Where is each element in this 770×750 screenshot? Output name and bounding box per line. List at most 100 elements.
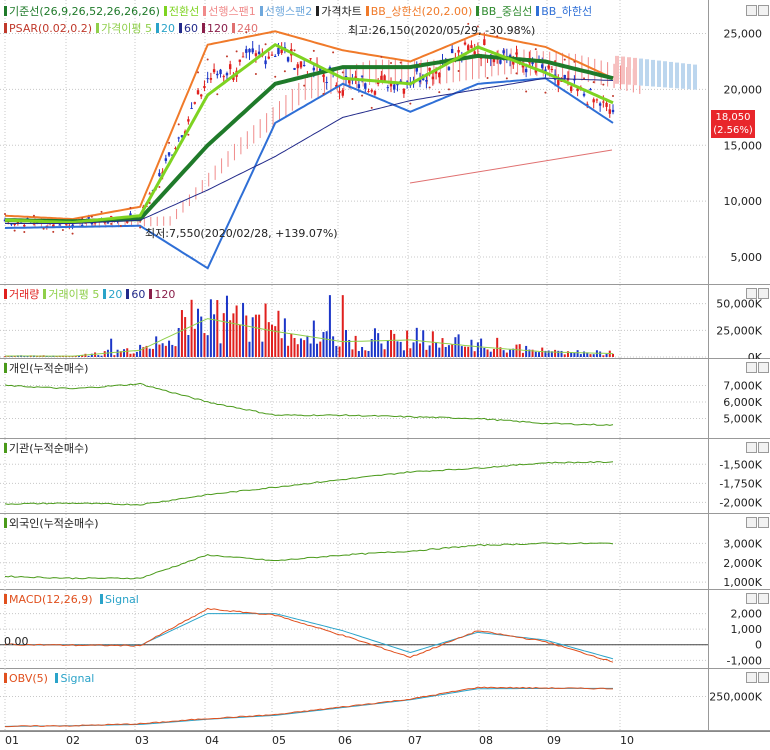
volume-bar [210,299,212,357]
obv-panel-close-icon[interactable] [758,672,769,683]
volume-bar [599,352,601,357]
obv-chart-svg: 250,000K [0,669,770,731]
x-tick-09: 09 [547,734,561,747]
candle-body [596,99,598,100]
x-tick-08: 08 [479,734,493,747]
institution-title: 기관(누적순매수) [9,442,88,455]
volume-bar [393,334,395,357]
volume-bar [573,353,575,357]
obv-panel-settings-icon[interactable] [746,672,757,683]
individual-panel-close-icon[interactable] [758,362,769,373]
psar-dot [515,72,517,74]
volume-bar [216,300,218,357]
volume-bar [313,321,315,357]
institution-panel-settings-icon[interactable] [746,442,757,453]
candle-body [451,49,453,53]
volume-panel-close-icon[interactable] [758,288,769,299]
volume-bar [326,331,328,357]
psar-dot [129,207,131,209]
foreign-panel-settings-icon[interactable] [746,517,757,528]
volume-bar [612,354,614,357]
candle-body [297,64,299,68]
volume-bar [194,329,196,357]
volume-panel-settings-icon[interactable] [746,288,757,299]
psar-dot [361,95,363,97]
volume-bar [88,356,90,357]
psar-dot [322,93,324,95]
volume-bar [303,340,305,357]
volume-bar [361,347,363,357]
volume-bar [403,350,405,357]
y-tick-label-2: 1,000K [723,576,762,589]
volume-bar [416,328,418,357]
volume-bar [522,353,524,357]
series-line [5,543,613,579]
psar-dot [23,231,25,233]
candle-body [403,89,405,94]
candle-body [322,75,324,77]
psar-dot [409,103,411,105]
volume-bar [515,345,517,357]
x-tick-10: 10 [620,734,634,747]
volume-bar [589,354,591,357]
volume-bar [248,342,250,357]
candle-body [457,50,459,52]
volume-bar [290,334,292,357]
price-panel-close-icon[interactable] [758,5,769,16]
volume-bar [319,342,321,357]
volume-bar [97,355,99,357]
candle-body [213,69,215,72]
volume-bar [168,341,170,357]
volume-bar [387,340,389,357]
macd-panel-settings-icon[interactable] [746,593,757,604]
volume-bar [261,342,263,357]
volume-bar [255,315,257,357]
x-tick-01: 01 [5,734,19,747]
y-tick-label-2: 0K [748,351,763,359]
candle-body [393,85,395,90]
volume-bar [445,347,447,357]
price-legend2-label-2: 20 [161,22,175,35]
volume-bar [570,353,572,357]
y-tick-label-0: 3,000K [723,537,762,550]
macd-legend: MACD(12,26,9) Signal [4,593,143,607]
psar-dot [81,217,83,219]
volume-bar [487,349,489,357]
candle-body [206,78,208,79]
price-legend1-swatch-5 [366,6,369,16]
volume-bar [477,342,479,357]
conversion-line [5,45,613,223]
price-chart-svg: 25,00020,00015,00010,0005,000 [0,0,770,285]
price-legend2-label-3: 60 [184,22,198,35]
candle-body [248,49,250,52]
volume-bar [429,345,431,357]
candle-body [325,82,327,83]
price-panel-settings-icon[interactable] [746,5,757,16]
ma60-line [5,78,613,223]
psar-dot [371,107,373,109]
individual-panel-settings-icon[interactable] [746,362,757,373]
psar-dot [487,77,489,79]
volume-bar [374,328,376,357]
high-annotation: 최고:26,150(2020/05/29, -30.98%) [348,22,535,38]
institution-panel-close-icon[interactable] [758,442,769,453]
candle-body [502,50,504,53]
foreign-panel-close-icon[interactable] [758,517,769,528]
volume-bar [213,314,215,357]
volume-bar [470,340,472,357]
candle-body [387,87,389,88]
candle-body [367,91,369,92]
psar-dot [573,61,575,63]
volume-legend-label-3: 60 [131,288,145,301]
psar-dot [380,56,382,58]
macd-panel-close-icon[interactable] [758,593,769,604]
volume-bar [419,343,421,357]
volume-bar [306,336,308,357]
psar-dot [294,49,296,51]
volume-bar [101,356,103,357]
volume-bar [493,349,495,357]
volume-bar [384,349,386,357]
psar-dot [207,59,209,61]
volume-bar [377,333,379,357]
candle-body [252,48,254,52]
